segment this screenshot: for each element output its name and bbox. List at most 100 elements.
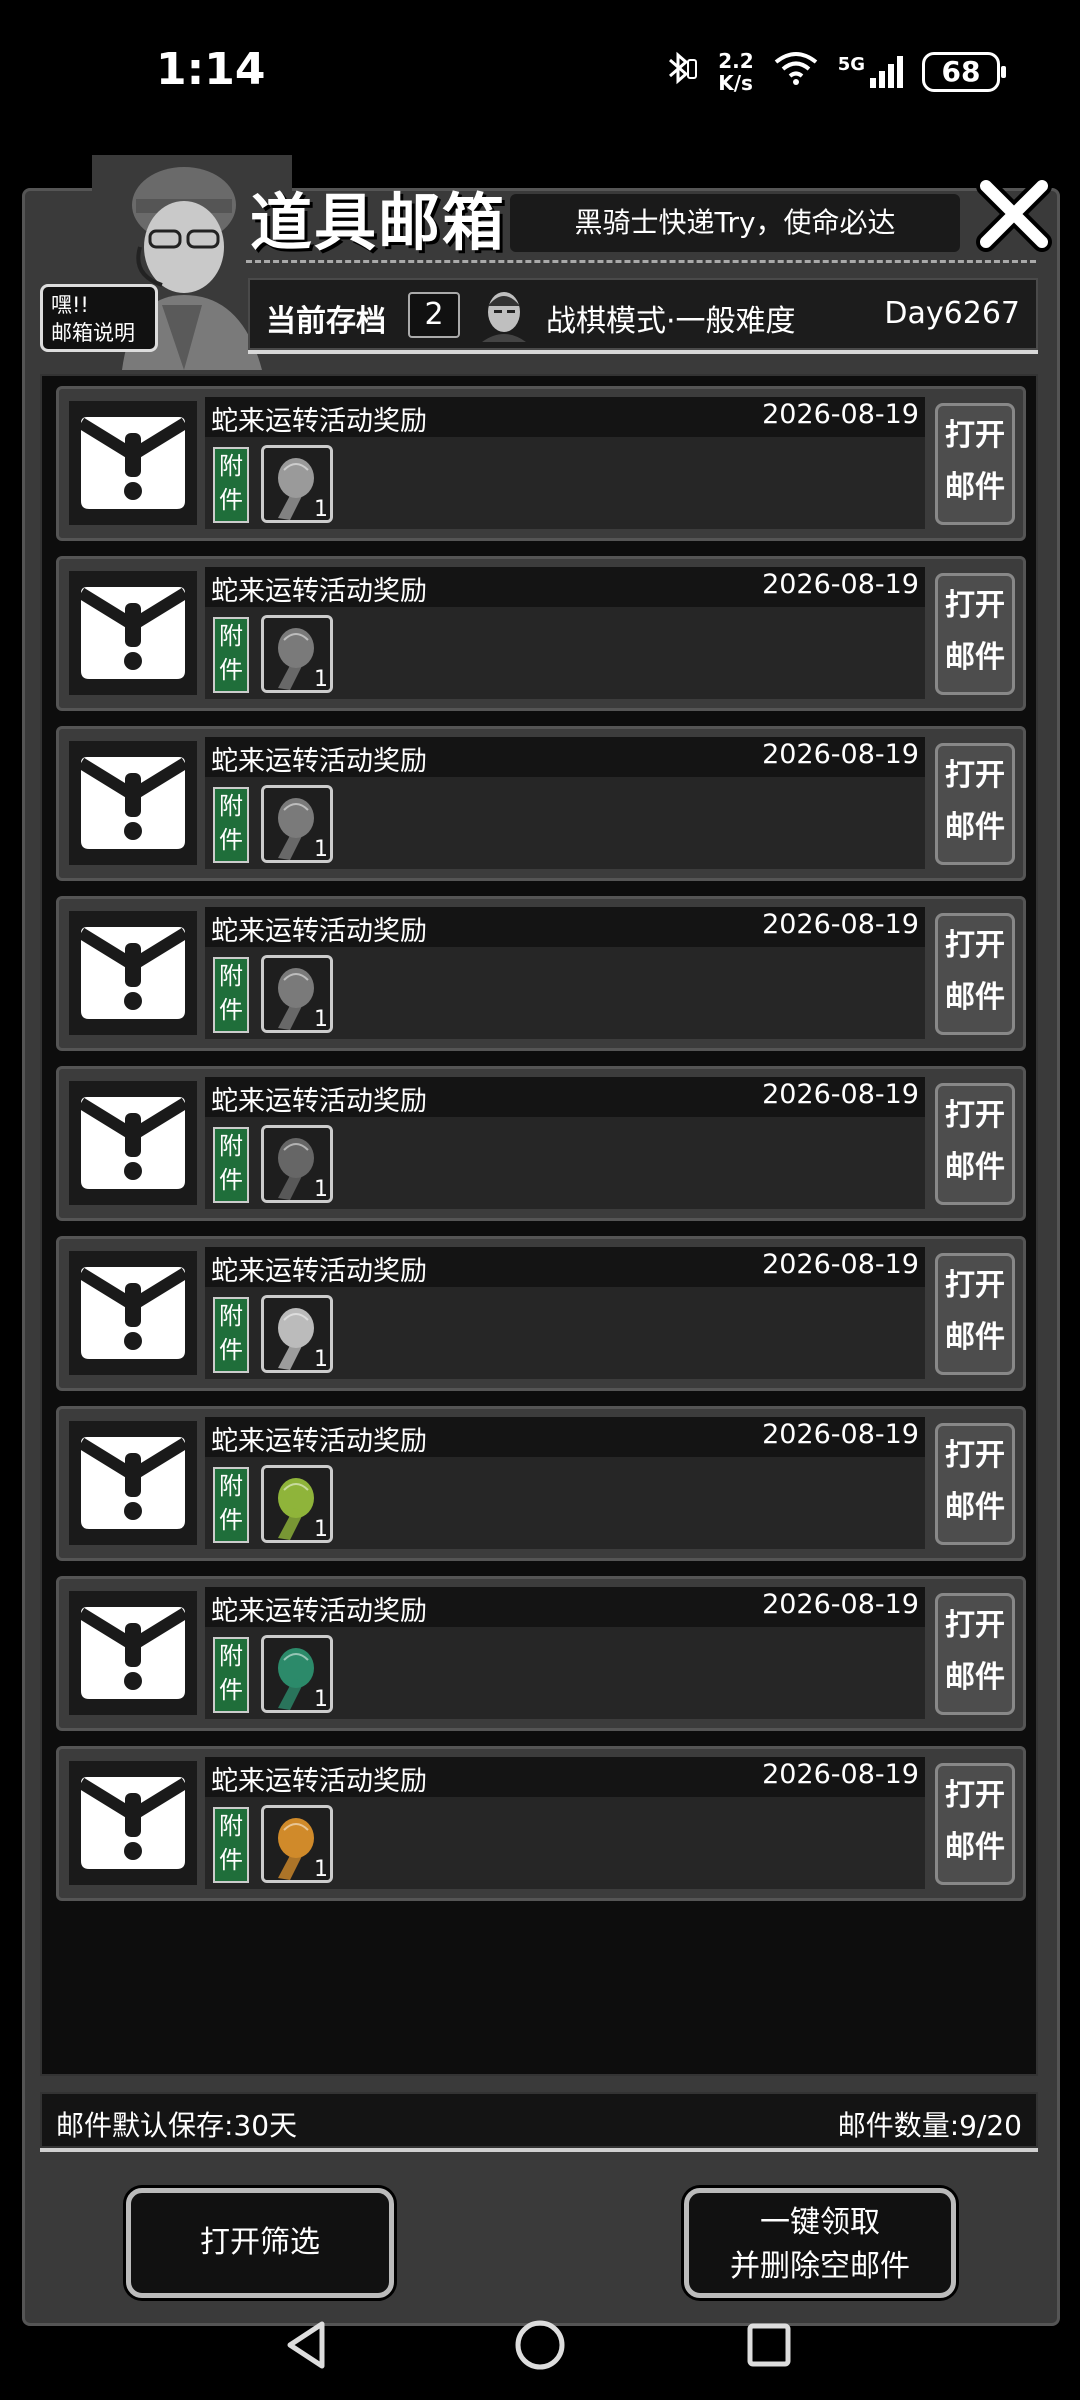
open-mail-label: 打开邮件 xyxy=(945,1268,1005,1355)
open-mail-label: 打开邮件 xyxy=(945,1778,1005,1865)
mail-item[interactable]: 蛇来运转活动奖励 2026-08-19 附件 1 打开邮件 xyxy=(56,726,1026,881)
mail-item[interactable]: 蛇来运转活动奖励 2026-08-19 附件 1 打开邮件 xyxy=(56,386,1026,541)
mail-header: 蛇来运转活动奖励 2026-08-19 xyxy=(205,1247,925,1287)
day-counter: Day6267 xyxy=(884,296,1020,331)
open-mail-button[interactable]: 打开邮件 xyxy=(935,573,1015,695)
unread-mail-icon xyxy=(77,1437,189,1529)
attachment-item[interactable]: 1 xyxy=(261,615,333,693)
item-quantity: 1 xyxy=(314,1177,328,1202)
mail-date: 2026-08-19 xyxy=(762,1419,919,1450)
open-mail-button[interactable]: 打开邮件 xyxy=(935,1763,1015,1885)
mail-title: 蛇来运转活动奖励 xyxy=(211,1086,427,1117)
home-circle-icon xyxy=(515,2320,565,2370)
attachment-tag: 附件 xyxy=(213,447,249,523)
mail-list[interactable]: 蛇来运转活动奖励 2026-08-19 附件 1 打开邮件 蛇来运转活动奖励 2… xyxy=(40,374,1038,2076)
attachment-tag: 附件 xyxy=(213,787,249,863)
attachment-item[interactable]: 1 xyxy=(261,1805,333,1883)
attachment-item[interactable]: 1 xyxy=(261,1295,333,1373)
home-nav-button[interactable] xyxy=(505,2310,575,2380)
mail-header: 蛇来运转活动奖励 2026-08-19 xyxy=(205,1417,925,1457)
attachment-tag: 附件 xyxy=(213,1127,249,1203)
commander-avatar xyxy=(482,290,526,342)
save-bar-underline xyxy=(248,350,1038,354)
mail-date: 2026-08-19 xyxy=(762,569,919,600)
claim-all-button[interactable]: 一键领取 并删除空邮件 xyxy=(684,2188,956,2298)
unread-mail-icon xyxy=(77,1097,189,1189)
mail-title: 蛇来运转活动奖励 xyxy=(211,1766,427,1797)
mail-item[interactable]: 蛇来运转活动奖励 2026-08-19 附件 1 打开邮件 xyxy=(56,1236,1026,1391)
back-nav-button[interactable] xyxy=(272,2310,342,2380)
mail-icon-box xyxy=(69,1761,197,1885)
mail-icon-box xyxy=(69,741,197,865)
mail-body: 蛇来运转活动奖励 2026-08-19 附件 1 xyxy=(205,737,925,869)
claim-label-line2: 并删除空邮件 xyxy=(730,2249,910,2284)
open-mail-label: 打开邮件 xyxy=(945,418,1005,505)
courier-slogan: 黑骑士快递Try，使命必达 xyxy=(510,194,960,252)
open-mail-button[interactable]: 打开邮件 xyxy=(935,403,1015,525)
mail-count: 邮件数量:9/20 xyxy=(837,2109,1022,2142)
mail-item[interactable]: 蛇来运转活动奖励 2026-08-19 附件 1 打开邮件 xyxy=(56,1066,1026,1221)
net-speed-unit: K/s xyxy=(718,71,753,95)
attachment-tag: 附件 xyxy=(213,617,249,693)
mail-title: 蛇来运转活动奖励 xyxy=(211,916,427,947)
attachment-item[interactable]: 1 xyxy=(261,955,333,1033)
mail-item[interactable]: 蛇来运转活动奖励 2026-08-19 附件 1 打开邮件 xyxy=(56,896,1026,1051)
mail-header: 蛇来运转活动奖励 2026-08-19 xyxy=(205,1757,925,1797)
item-quantity: 1 xyxy=(314,1007,328,1032)
mail-header: 蛇来运转活动奖励 2026-08-19 xyxy=(205,567,925,607)
status-icons: 2.2 K/s 5G 68 xyxy=(660,48,1006,96)
mail-body: 蛇来运转活动奖励 2026-08-19 附件 1 xyxy=(205,1587,925,1719)
mail-body: 蛇来运转活动奖励 2026-08-19 附件 1 xyxy=(205,1757,925,1889)
open-mail-label: 打开邮件 xyxy=(945,758,1005,845)
wifi-icon xyxy=(772,50,820,94)
save-slot-number: 2 xyxy=(408,292,460,338)
mail-item[interactable]: 蛇来运转活动奖励 2026-08-19 附件 1 打开邮件 xyxy=(56,1746,1026,1901)
mailbox-help-button[interactable]: 嘿!! 邮箱说明 xyxy=(40,284,158,352)
unread-mail-icon xyxy=(77,1267,189,1359)
mail-item[interactable]: 蛇来运转活动奖励 2026-08-19 附件 1 打开邮件 xyxy=(56,556,1026,711)
mail-header: 蛇来运转活动奖励 2026-08-19 xyxy=(205,907,925,947)
unread-mail-icon xyxy=(77,1777,189,1869)
net-speed-value: 2.2 xyxy=(718,49,754,73)
attachment-item[interactable]: 1 xyxy=(261,1465,333,1543)
help-label: 嘿!! 邮箱说明 xyxy=(51,293,135,345)
mail-footer: 邮件默认保存:30天 邮件数量:9/20 xyxy=(40,2092,1038,2148)
mail-item[interactable]: 蛇来运转活动奖励 2026-08-19 附件 1 打开邮件 xyxy=(56,1576,1026,1731)
footer-underline xyxy=(40,2148,1038,2152)
mail-date: 2026-08-19 xyxy=(762,1589,919,1620)
mail-icon-box xyxy=(69,911,197,1035)
open-mail-button[interactable]: 打开邮件 xyxy=(935,743,1015,865)
open-mail-button[interactable]: 打开邮件 xyxy=(935,1593,1015,1715)
attachment-item[interactable]: 1 xyxy=(261,785,333,863)
mail-title: 蛇来运转活动奖励 xyxy=(211,746,427,777)
attachment-item[interactable]: 1 xyxy=(261,1125,333,1203)
mail-title: 蛇来运转活动奖励 xyxy=(211,1256,427,1287)
mail-date: 2026-08-19 xyxy=(762,909,919,940)
attachment-tag: 附件 xyxy=(213,1807,249,1883)
claim-label-line1: 一键领取 xyxy=(760,2205,880,2240)
attachment-item[interactable]: 1 xyxy=(261,445,333,523)
mail-body: 蛇来运转活动奖励 2026-08-19 附件 1 xyxy=(205,907,925,1039)
open-mail-button[interactable]: 打开邮件 xyxy=(935,1083,1015,1205)
mail-icon-box xyxy=(69,571,197,695)
mail-header: 蛇来运转活动奖励 2026-08-19 xyxy=(205,737,925,777)
close-button[interactable] xyxy=(976,176,1052,252)
recents-nav-button[interactable] xyxy=(734,2310,804,2380)
net-speed: 2.2 K/s xyxy=(718,50,753,94)
save-label: 当前存档 xyxy=(266,304,386,339)
mail-icon-box xyxy=(69,401,197,525)
open-mail-button[interactable]: 打开邮件 xyxy=(935,1253,1015,1375)
open-mail-label: 打开邮件 xyxy=(945,1098,1005,1185)
mail-item[interactable]: 蛇来运转活动奖励 2026-08-19 附件 1 打开邮件 xyxy=(56,1406,1026,1561)
header-divider xyxy=(246,260,1036,263)
unread-mail-icon xyxy=(77,1607,189,1699)
open-filter-button[interactable]: 打开筛选 xyxy=(126,2188,394,2298)
mail-header: 蛇来运转活动奖励 2026-08-19 xyxy=(205,397,925,437)
open-mail-label: 打开邮件 xyxy=(945,1438,1005,1525)
open-mail-button[interactable]: 打开邮件 xyxy=(935,1423,1015,1545)
open-mail-label: 打开邮件 xyxy=(945,1608,1005,1695)
open-mail-button[interactable]: 打开邮件 xyxy=(935,913,1015,1035)
page-title: 道具邮箱 xyxy=(250,186,507,259)
attachment-item[interactable]: 1 xyxy=(261,1635,333,1713)
item-quantity: 1 xyxy=(314,1347,328,1372)
